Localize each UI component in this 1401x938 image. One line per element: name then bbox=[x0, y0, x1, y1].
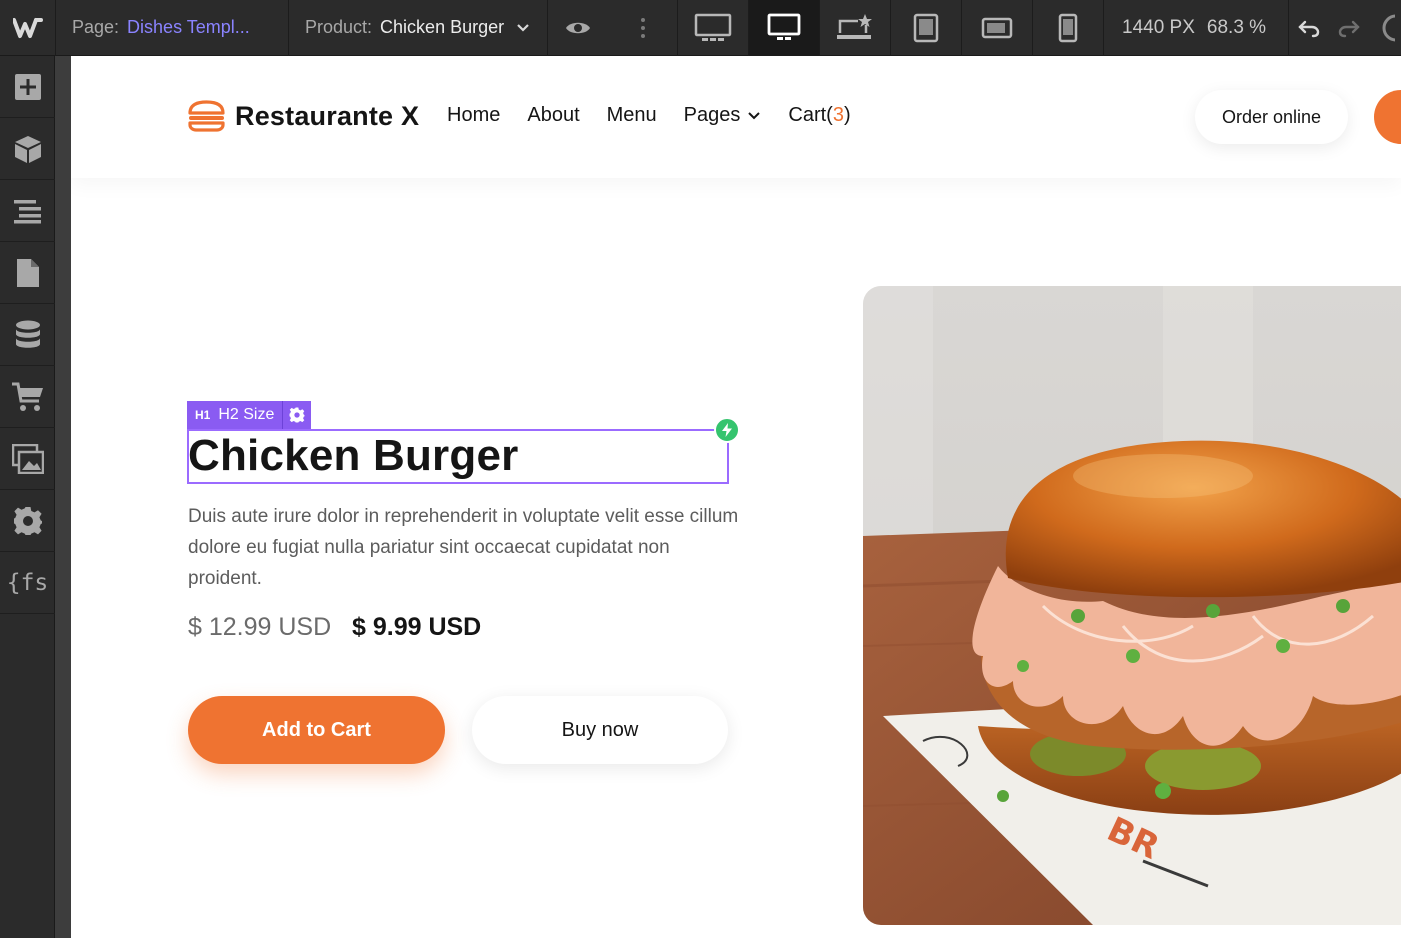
canvas-gutter bbox=[55, 56, 71, 938]
ecommerce-icon bbox=[11, 382, 43, 411]
design-canvas[interactable]: Restaurante X Home About Menu Pages Cart… bbox=[71, 56, 1401, 938]
finsweet-extension-button[interactable]: {fs bbox=[0, 552, 55, 614]
add-elements-button[interactable] bbox=[0, 56, 55, 118]
redo-icon bbox=[1338, 20, 1360, 37]
desktop-icon bbox=[767, 13, 801, 40]
burger-logo-icon bbox=[188, 100, 225, 132]
page-label: Page: bbox=[72, 17, 120, 37]
more-vertical-icon bbox=[640, 17, 645, 38]
pages-button[interactable] bbox=[0, 242, 55, 304]
chevron-down-icon bbox=[748, 112, 761, 120]
cart-count-badge: 3 bbox=[832, 104, 844, 126]
page-selector[interactable]: Page: Dishes Templ... bbox=[56, 0, 289, 56]
webflow-logo-icon bbox=[12, 17, 43, 38]
account-button[interactable] bbox=[1369, 0, 1395, 56]
heading-type-label: H1 bbox=[195, 408, 211, 422]
selected-element-tag[interactable]: H1 H2 Size bbox=[187, 401, 312, 429]
breakpoint-desktop-large[interactable] bbox=[678, 0, 749, 56]
bound-field-indicator[interactable] bbox=[714, 417, 740, 443]
tablet-icon bbox=[913, 13, 939, 42]
eye-icon bbox=[566, 22, 590, 33]
phone-icon bbox=[1058, 13, 1078, 42]
undo-button[interactable] bbox=[1289, 0, 1329, 56]
gear-icon bbox=[289, 407, 305, 423]
nav-cart-label: Cart bbox=[788, 104, 827, 126]
assets-button[interactable] bbox=[0, 428, 55, 490]
sale-price: $ 9.99 USD bbox=[352, 613, 482, 641]
nav-about[interactable]: About bbox=[527, 104, 579, 127]
chevron-down-icon bbox=[517, 23, 529, 32]
breakpoint-tablet[interactable] bbox=[891, 0, 962, 56]
cart-paren-close: ) bbox=[843, 104, 851, 126]
cart-paren-open: ( bbox=[826, 104, 833, 126]
brand-name: Restaurante X bbox=[235, 100, 420, 131]
breakpoint-desktop[interactable] bbox=[749, 0, 820, 56]
nav-cart[interactable]: Cart(3) bbox=[788, 104, 850, 127]
site-brand[interactable]: Restaurante X bbox=[187, 100, 419, 132]
pages-icon bbox=[16, 258, 39, 287]
compare-at-price: $ 12.99 USD bbox=[188, 613, 332, 641]
undo-icon bbox=[1298, 20, 1320, 37]
finsweet-icon: {fs bbox=[6, 569, 49, 596]
nav-pages-label: Pages bbox=[683, 104, 741, 126]
breakpoint-phone[interactable] bbox=[1033, 0, 1104, 56]
redo-button[interactable] bbox=[1329, 0, 1369, 56]
canvas-width: 1440 PX bbox=[1122, 16, 1195, 38]
selected-element-label: H1 H2 Size bbox=[187, 401, 283, 429]
nav-menu[interactable]: Menu bbox=[607, 104, 657, 127]
canvas-zoom: 68.3 % bbox=[1206, 16, 1267, 38]
breakpoint-laptop[interactable] bbox=[820, 0, 891, 56]
order-online-button[interactable]: Order online bbox=[1195, 90, 1348, 144]
product-description: Duis aute irure dolor in reprehenderit i… bbox=[188, 506, 739, 589]
desktop-large-icon bbox=[694, 13, 732, 41]
lightning-icon bbox=[722, 423, 732, 437]
nav-home[interactable]: Home bbox=[447, 104, 500, 127]
chicken-burger-illustration: BR bbox=[863, 286, 1401, 925]
laptop-star-icon bbox=[837, 13, 872, 39]
product-image: BR bbox=[863, 286, 1401, 925]
site-menu: Home About Menu Pages Cart(3) bbox=[447, 104, 851, 127]
settings-button[interactable] bbox=[0, 490, 55, 552]
add-to-cart-button[interactable]: Add to Cart bbox=[188, 696, 445, 764]
page-name: Dishes Templ... bbox=[127, 17, 250, 37]
designer-left-panel: {fs bbox=[0, 56, 55, 938]
cms-button[interactable] bbox=[0, 304, 55, 366]
settings-icon bbox=[13, 506, 42, 535]
nav-pages-dropdown[interactable]: Pages bbox=[684, 104, 762, 127]
symbols-button[interactable] bbox=[0, 118, 55, 180]
buy-now-button[interactable]: Buy now bbox=[472, 696, 728, 764]
avatar-icon bbox=[1382, 14, 1395, 41]
tablet-landscape-icon bbox=[981, 17, 1013, 38]
cube-icon bbox=[14, 135, 41, 163]
product-label: Product: bbox=[305, 17, 373, 37]
product-name: Chicken Burger bbox=[380, 17, 505, 37]
navigator-icon bbox=[13, 199, 41, 223]
breakpoint-tablet-landscape[interactable] bbox=[962, 0, 1033, 56]
element-settings-button[interactable] bbox=[282, 401, 312, 429]
more-options-button[interactable] bbox=[608, 0, 678, 56]
assets-icon bbox=[11, 443, 44, 474]
designer-toolbar: Page: Dishes Templ... Product: Chicken B… bbox=[0, 0, 1401, 56]
navigator-button[interactable] bbox=[0, 180, 55, 242]
ecommerce-button[interactable] bbox=[0, 366, 55, 428]
selected-class-name: H2 Size bbox=[218, 406, 275, 423]
webflow-logo[interactable] bbox=[0, 0, 56, 56]
canvas-size-readout: 1440 PX 68.3 % bbox=[1104, 0, 1289, 56]
site-navbar: Restaurante X Home About Menu Pages Cart… bbox=[71, 56, 1401, 178]
cart-round-button[interactable] bbox=[1374, 90, 1401, 144]
cms-icon bbox=[15, 320, 40, 348]
product-selector[interactable]: Product: Chicken Burger bbox=[289, 0, 548, 56]
add-icon bbox=[14, 73, 41, 100]
preview-button[interactable] bbox=[548, 0, 608, 56]
product-title[interactable]: Chicken Burger bbox=[188, 430, 518, 482]
